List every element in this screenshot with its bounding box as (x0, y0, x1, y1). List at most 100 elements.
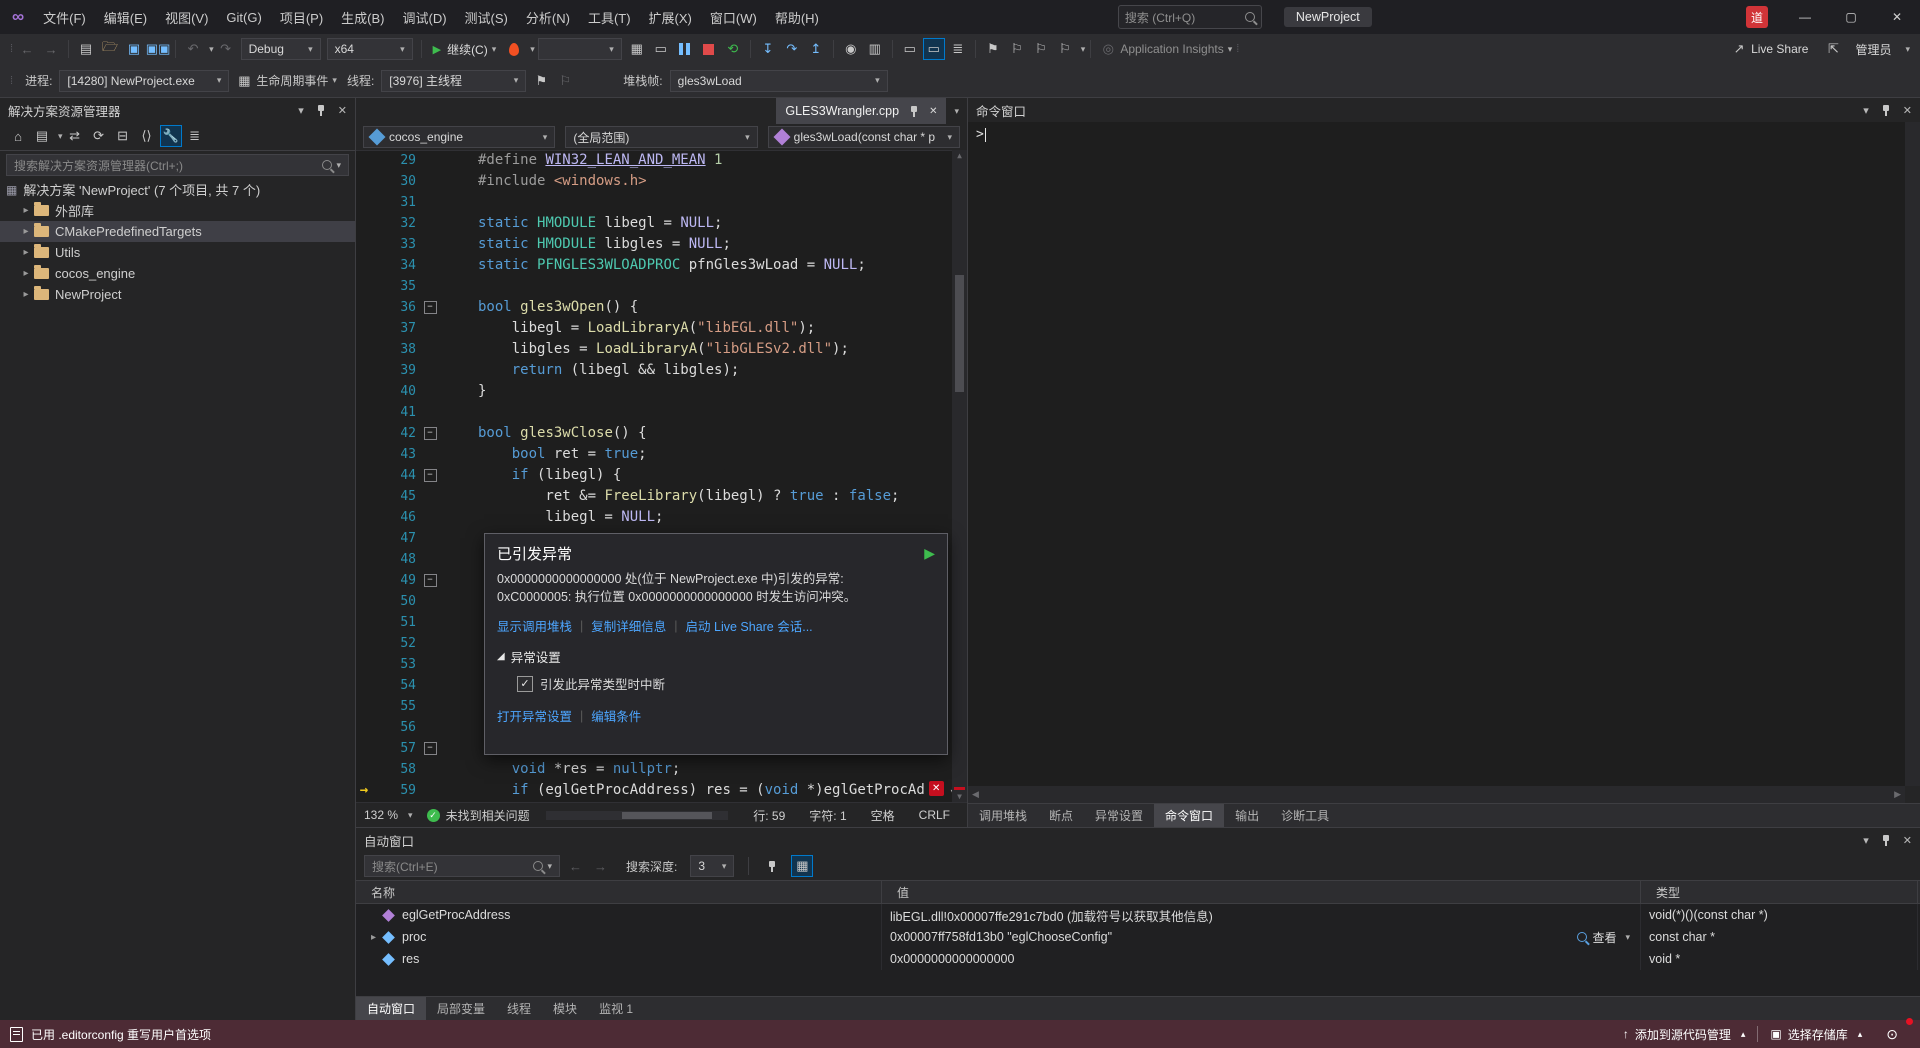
maximize-button[interactable]: ▢ (1828, 0, 1874, 34)
fold-margin[interactable] (420, 402, 440, 423)
solution-search-input[interactable]: 搜索解决方案资源管理器(Ctrl+;) ▾ (6, 154, 349, 176)
panel-options-caret-icon[interactable]: ▾ (1863, 104, 1869, 117)
solution-root-row[interactable]: ▦ 解决方案 'NewProject' (7 个项目, 共 7 个) (0, 179, 355, 200)
command-window-input[interactable]: > (968, 122, 1920, 786)
breakpoint-margin[interactable] (356, 549, 372, 570)
lifecycle-caret-icon[interactable]: ▾ (332, 75, 337, 86)
breakpoint-margin[interactable]: → (356, 780, 372, 801)
minimize-button[interactable]: — (1782, 0, 1828, 34)
navigate-forward-icon[interactable]: → (40, 38, 62, 60)
fold-margin[interactable] (420, 696, 440, 717)
scroll-up-icon[interactable]: ▲ (952, 151, 967, 160)
step-over-icon[interactable]: ↷ (781, 38, 803, 60)
autos-search-input[interactable]: 搜索(Ctrl+E) ▾ (364, 855, 560, 877)
application-insights-icon[interactable]: ◎ (1097, 38, 1119, 60)
command-horizontal-scrollbar[interactable]: ◀ ▶ (968, 786, 1905, 803)
menu-item[interactable]: 文件(F) (34, 0, 95, 34)
pin-icon[interactable] (1879, 833, 1893, 847)
toolbar-grip[interactable]: ⁞ (10, 75, 13, 87)
wrench-icon[interactable]: 🔧 (159, 125, 182, 147)
column-header[interactable]: 类型 (1641, 881, 1918, 903)
nav-member-combo[interactable]: gles3wLoad(const char * p ▾ (767, 126, 960, 148)
tree-item[interactable]: ▸ 外部库 (0, 200, 355, 221)
sync-icon[interactable]: ⇄ (64, 125, 86, 147)
fold-margin[interactable] (420, 150, 440, 171)
events-icon[interactable]: ▥ (864, 38, 886, 60)
caret-char-indicator[interactable]: 字符: 1 (800, 807, 855, 824)
bookmark-icon[interactable]: ⚑ (982, 38, 1004, 60)
breakpoint-margin[interactable] (356, 528, 372, 549)
share-icon[interactable]: ⇱ (1822, 38, 1844, 60)
diagnostics-icon[interactable]: ◉ (840, 38, 862, 60)
panel-tab[interactable]: 局部变量 (426, 997, 496, 1020)
monitor-selected-icon[interactable]: ▭ (922, 38, 945, 60)
breakpoint-margin[interactable] (356, 423, 372, 444)
scrollbar-thumb[interactable] (622, 811, 713, 819)
pin-icon[interactable] (761, 855, 783, 877)
thread-combo[interactable]: [3976] 主线程 ▾ (381, 69, 527, 92)
menu-item[interactable]: 项目(P) (271, 0, 332, 34)
fold-margin[interactable] (420, 192, 440, 213)
fold-collapse-icon[interactable]: − (423, 574, 437, 587)
panel-tab[interactable]: 异常设置 (1084, 804, 1154, 827)
toolbar-overflow-icon[interactable]: ▾ (1905, 44, 1910, 55)
continue-play-icon[interactable]: ▶ (924, 545, 935, 562)
scroll-down-icon[interactable]: ▼ (952, 792, 967, 801)
fold-margin[interactable] (420, 507, 440, 528)
tree-item[interactable]: ▸ CMakePredefinedTargets (0, 221, 355, 242)
menu-item[interactable]: 测试(S) (456, 0, 517, 34)
refresh-icon[interactable]: ⟳ (88, 125, 110, 147)
home-icon[interactable]: ⌂ (7, 125, 29, 147)
fold-margin[interactable] (420, 234, 440, 255)
tree-item[interactable]: ▸ NewProject (0, 284, 355, 305)
panel-tab[interactable]: 模块 (542, 997, 588, 1020)
fold-margin[interactable] (420, 654, 440, 675)
pin-icon[interactable] (314, 103, 328, 117)
document-tab[interactable]: GLES3Wrangler.cpp ✕ (776, 98, 947, 124)
breakpoint-margin[interactable] (356, 507, 372, 528)
health-check-icon[interactable]: ✓ (426, 808, 440, 822)
fold-margin[interactable]: − (420, 465, 440, 486)
solution-explorer-title-bar[interactable]: 解决方案资源管理器 ▾ ✕ (0, 98, 355, 122)
fold-margin[interactable] (420, 717, 440, 738)
nav-scope-combo[interactable]: (全局范围) ▾ (565, 126, 758, 148)
variable-row[interactable]: eglGetProcAddress libEGL.dll!0x00007ffe29… (356, 904, 1920, 926)
fold-margin[interactable]: − (420, 423, 440, 444)
fold-margin[interactable] (420, 633, 440, 654)
document-well-caret-icon[interactable]: ▾ (954, 106, 959, 117)
exception-settings-link[interactable]: 打开异常设置 (497, 706, 572, 725)
menu-item[interactable]: 生成(B) (332, 0, 393, 34)
step-out-icon[interactable]: ↥ (805, 38, 827, 60)
flag-outline-icon[interactable]: ⚐ (554, 70, 576, 92)
chevron-right-icon[interactable]: ▸ (18, 289, 34, 300)
menu-item[interactable]: 调试(D) (394, 0, 456, 34)
caret-line-indicator[interactable]: 行: 59 (744, 807, 794, 824)
fold-margin[interactable] (420, 318, 440, 339)
fold-margin[interactable]: − (420, 738, 440, 759)
fold-margin[interactable] (420, 381, 440, 402)
zoom-level[interactable]: 132 % (364, 808, 398, 822)
search-prev-icon[interactable]: ← (566, 859, 585, 874)
breakpoint-margin[interactable] (356, 381, 372, 402)
solution-platform-combo[interactable]: x64 ▾ (326, 38, 413, 60)
panel-tab[interactable]: 自动窗口 (356, 997, 427, 1020)
lifecycle-events-label[interactable]: 生命周期事件 (256, 72, 328, 89)
bookmark-clear-icon[interactable]: ⚐ (1054, 38, 1076, 60)
fold-margin[interactable] (420, 360, 440, 381)
panel-tab[interactable]: 监视 1 (588, 997, 644, 1020)
menu-item[interactable]: 工具(T) (579, 0, 640, 34)
lifecycle-events-icon[interactable]: ▦ (233, 70, 255, 92)
scrollbar-thumb[interactable] (955, 275, 964, 392)
menu-item[interactable]: 扩展(X) (640, 0, 701, 34)
save-icon[interactable]: ▣ (123, 38, 145, 60)
bookmark-next-icon[interactable]: ⚐ (1030, 38, 1052, 60)
undo-caret-icon[interactable]: ▾ (209, 44, 214, 55)
select-repository-button[interactable]: ▣ 选择存储库 ▴ (1758, 1020, 1874, 1048)
live-share-icon[interactable]: ↗ (1728, 38, 1750, 60)
breakpoint-margin[interactable] (356, 738, 372, 759)
menu-item[interactable]: 分析(N) (517, 0, 579, 34)
fold-margin[interactable] (420, 444, 440, 465)
menu-item[interactable]: 窗口(W) (701, 0, 766, 34)
grid-view-icon[interactable]: ▦ (791, 855, 814, 877)
breakpoint-margin[interactable] (356, 444, 372, 465)
